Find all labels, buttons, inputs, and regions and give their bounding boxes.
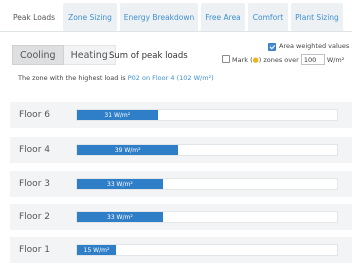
heating-button[interactable]: Heating bbox=[63, 45, 116, 65]
floor-row[interactable]: Floor 2 33 W/m² bbox=[10, 204, 352, 230]
mark-suffix-label: ) zones over bbox=[258, 55, 299, 64]
mode-toggle: Cooling Heating bbox=[12, 45, 116, 65]
floor-row[interactable]: Floor 3 33 W/m² bbox=[10, 171, 352, 197]
tab-plant-sizing[interactable]: Plant Sizing bbox=[291, 3, 343, 31]
highest-load-info: The zone with the highest load is P02 on… bbox=[18, 74, 214, 82]
tab-divider bbox=[0, 31, 352, 32]
sum-of-peak-loads-label: Sum of peak loads bbox=[109, 51, 188, 61]
floor-label: Floor 2 bbox=[19, 212, 50, 222]
floor-label: Floor 4 bbox=[19, 145, 50, 155]
area-weighted-checkbox[interactable] bbox=[268, 43, 276, 51]
floor-row[interactable]: Floor 6 31 W/m² bbox=[10, 102, 352, 128]
mark-threshold-input[interactable] bbox=[300, 54, 325, 65]
cooling-button[interactable]: Cooling bbox=[12, 45, 64, 65]
floor-row[interactable]: Floor 1 15 W/m² bbox=[10, 237, 352, 263]
load-bar-track: 39 W/m² bbox=[76, 144, 338, 156]
mark-zones-row: Mark ( ● ) zones over W/m² bbox=[232, 54, 344, 65]
load-bar-label: 39 W/m² bbox=[114, 146, 141, 154]
load-bar-track: 33 W/m² bbox=[76, 211, 338, 223]
floor-row[interactable]: Floor 4 39 W/m² bbox=[10, 137, 352, 163]
load-bar-track: 15 W/m² bbox=[76, 244, 338, 256]
floor-label: Floor 1 bbox=[19, 245, 50, 255]
tab-energy-breakdown[interactable]: Energy Breakdown bbox=[120, 3, 198, 31]
mark-zones-checkbox[interactable] bbox=[222, 55, 230, 63]
area-weighted-label: Area weighted values bbox=[279, 42, 350, 50]
tab-bar: Peak Loads Zone Sizing Energy Breakdown … bbox=[0, 0, 352, 34]
mark-prefix-label: Mark ( bbox=[232, 55, 253, 64]
load-bar-label: 33 W/m² bbox=[107, 213, 133, 221]
floor-label: Floor 3 bbox=[19, 179, 50, 189]
load-bar-label: 31 W/m² bbox=[104, 111, 131, 119]
tab-free-area[interactable]: Free Area bbox=[201, 3, 245, 31]
info-text: The zone with the highest load is bbox=[18, 74, 128, 82]
load-bar-track: 33 W/m² bbox=[76, 178, 338, 190]
tab-zone-sizing[interactable]: Zone Sizing bbox=[63, 3, 117, 31]
mark-unit-label: W/m² bbox=[326, 55, 345, 64]
highest-zone-link[interactable]: P02 on Floor 4 (102 W/m²) bbox=[128, 74, 214, 82]
tab-peak-loads[interactable]: Peak Loads bbox=[8, 3, 60, 31]
load-bar-track: 31 W/m² bbox=[76, 109, 338, 121]
load-bar-label: 15 W/m² bbox=[83, 246, 110, 254]
tab-comfort[interactable]: Comfort bbox=[248, 3, 288, 31]
floor-label: Floor 6 bbox=[19, 110, 50, 120]
load-bar-label: 33 W/m² bbox=[107, 180, 133, 188]
